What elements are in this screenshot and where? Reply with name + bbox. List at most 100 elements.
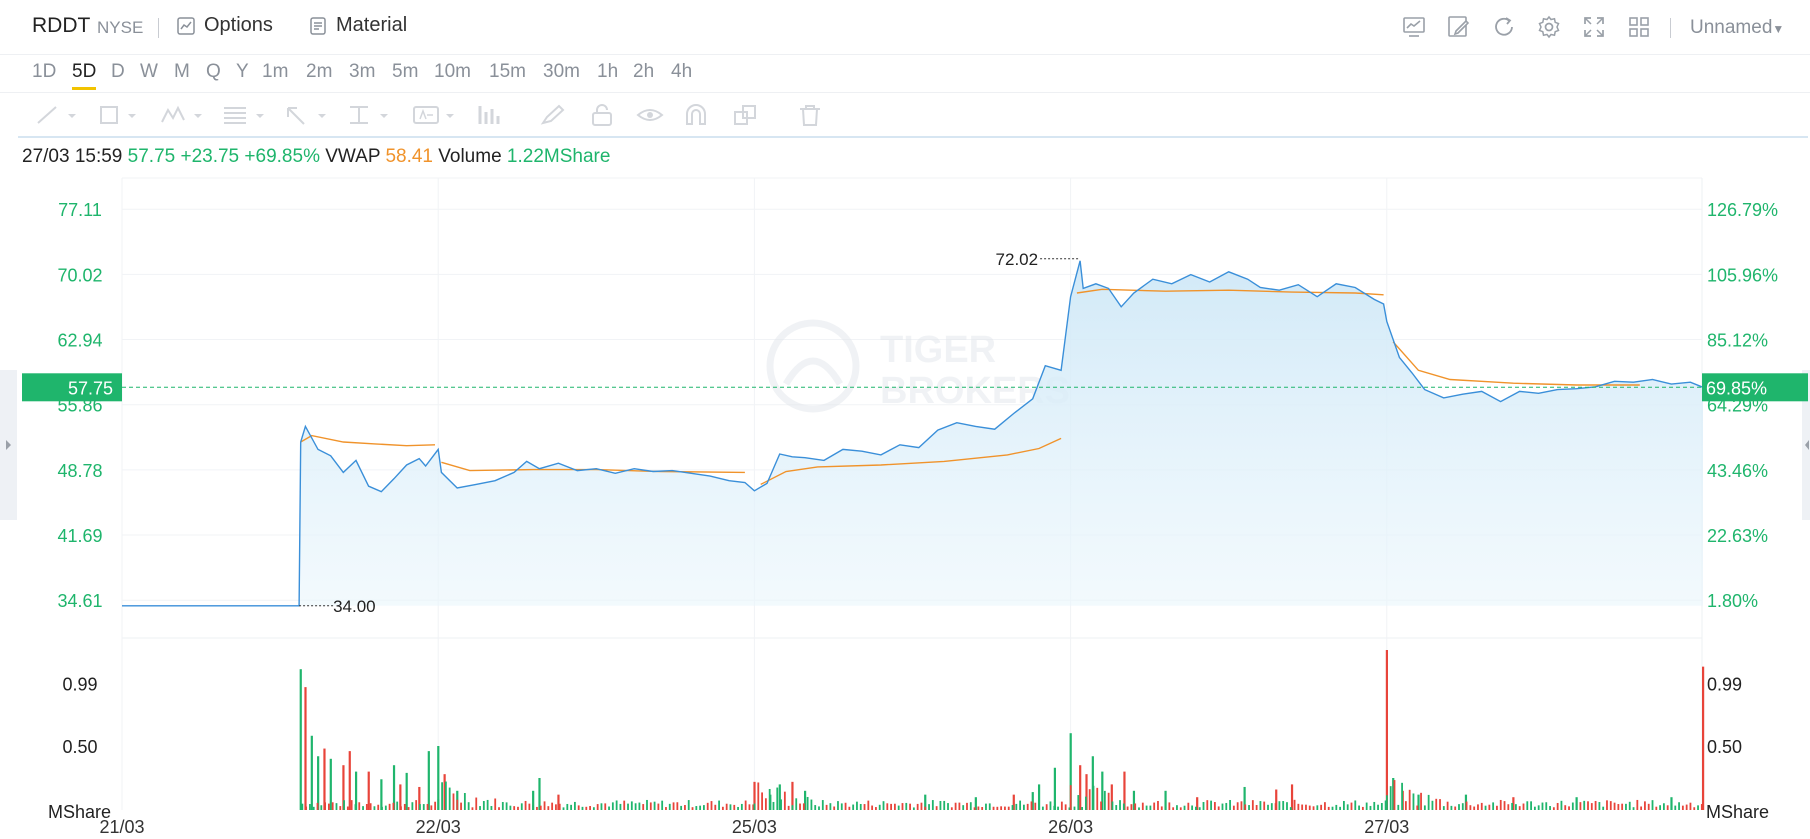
volume-bar [365, 804, 368, 810]
volume-bar [1335, 804, 1338, 810]
volume-bar [977, 806, 980, 810]
volume-bar [1282, 801, 1285, 810]
volume-bar [825, 804, 828, 810]
volume-bar [312, 806, 315, 810]
volume-bar [718, 800, 720, 810]
right-axis-label: 22.63% [1707, 526, 1768, 546]
volume-bar [1598, 802, 1601, 810]
volume-bar [1111, 801, 1114, 810]
volume-bar [966, 802, 968, 810]
volume-bar [740, 803, 743, 810]
volume-bar [810, 799, 813, 810]
volume-bar [1702, 666, 1705, 810]
volume-bar [494, 798, 497, 810]
volume-bar [638, 802, 641, 810]
volume-bar [1423, 805, 1426, 810]
volume-bar [1697, 805, 1699, 810]
volume-bar [699, 805, 702, 810]
volume-bar [1007, 806, 1010, 810]
volume-bar [882, 801, 885, 810]
volume-bar [1263, 801, 1266, 810]
volume-bar [737, 806, 739, 810]
volume-bar [962, 805, 965, 810]
volume-bar [482, 800, 485, 810]
volume-bar [1651, 800, 1654, 810]
volume-bar [362, 806, 364, 810]
volume-bar [570, 804, 573, 810]
volume-bar [1019, 800, 1022, 810]
volume-bar [619, 803, 622, 810]
volume-bar [335, 803, 338, 810]
volume-bar [1458, 804, 1460, 810]
volume-bar [1289, 807, 1292, 810]
right-axis-label: 43.46% [1707, 461, 1768, 481]
volume-bar [1290, 784, 1294, 810]
volume-bar [1613, 802, 1616, 810]
volume-bar [1678, 802, 1680, 810]
volume-bar [642, 804, 645, 810]
volume-bar [323, 748, 326, 810]
volume-bar [744, 800, 747, 810]
volume-bar [1331, 806, 1334, 810]
volume-bar [1628, 801, 1631, 810]
volume-bar [703, 805, 705, 810]
volume-bar [1404, 801, 1407, 810]
volume-bar [380, 779, 383, 810]
volume-bar [532, 805, 535, 810]
volume-bar [672, 802, 675, 810]
volume-bar [471, 807, 474, 810]
volume-bar [301, 803, 304, 810]
volume-bar [909, 803, 911, 810]
volume-bar [772, 801, 775, 810]
x-axis-label: 26/03 [1048, 817, 1093, 837]
volume-bar [1484, 805, 1487, 810]
volume-bar [791, 805, 794, 810]
volume-bar [1587, 801, 1589, 810]
left-axis-label: 41.69 [57, 526, 102, 546]
volume-bar [1693, 807, 1696, 810]
volume-bar [427, 751, 430, 810]
volume-bar [1416, 805, 1419, 810]
volume-bar [1267, 804, 1269, 810]
volume-bar [1606, 800, 1608, 810]
volume-bar [592, 807, 595, 810]
volume-bar [1408, 789, 1411, 810]
volume-bar [916, 803, 919, 810]
volume-bar [604, 803, 607, 810]
volume-bar [725, 803, 728, 810]
volume-bar [1236, 802, 1239, 810]
volume-bar [573, 801, 576, 810]
volume-bar [388, 803, 391, 810]
volume-bar [802, 803, 805, 810]
volume-bar [1647, 803, 1650, 810]
volume-bar [973, 807, 976, 810]
volume-bar [1320, 804, 1323, 810]
volume-bar [729, 804, 732, 810]
right-axis-label: 126.79% [1707, 200, 1778, 220]
volume-bar [844, 802, 847, 810]
volume-axis-left-label: 0.50 [62, 737, 97, 757]
price-chart[interactable]: TIGER BROKERS 77.1170.0262.9455.8648.784… [0, 0, 1810, 839]
volume-bar [1004, 806, 1006, 810]
volume-bar [611, 802, 614, 810]
volume-bar [848, 806, 851, 810]
volume-bar [589, 806, 591, 810]
volume-bar [1666, 805, 1669, 810]
volume-bar [1305, 804, 1307, 810]
volume-bar [1674, 805, 1677, 810]
volume-bar [1248, 805, 1250, 810]
volume-bar [1377, 804, 1379, 810]
right-axis-label: 1.80% [1707, 591, 1758, 611]
volume-bar [1499, 799, 1502, 810]
volume-bar [490, 806, 493, 810]
volume-bar [566, 803, 569, 810]
volume-bar [684, 805, 686, 810]
volume-bar [1526, 801, 1529, 810]
volume-bar [1157, 800, 1159, 810]
volume-bar [1401, 782, 1403, 810]
volume-bar [1286, 802, 1288, 810]
volume-bar [695, 806, 698, 810]
volume-bar [1084, 796, 1087, 810]
volume-bar [399, 784, 402, 810]
volume-bar [893, 803, 896, 810]
